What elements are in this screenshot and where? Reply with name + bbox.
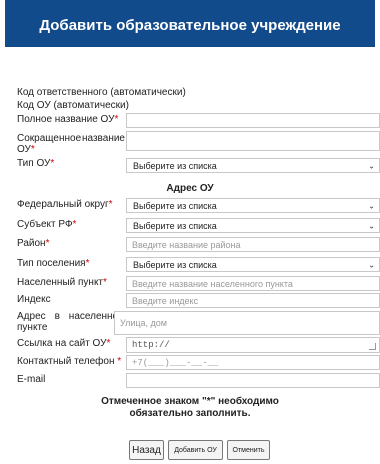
subject-label: Субъект РФ* [17, 219, 77, 230]
full-name-label: Полное название ОУ* [17, 114, 119, 125]
email-label: E-mail [17, 374, 46, 385]
site-link-label: Ссылка на сайт ОУ* [17, 338, 111, 349]
short-name-input[interactable] [126, 131, 380, 151]
chevron-down-icon: ⌄ [368, 221, 375, 230]
address-label: Адрес в населенном пункте [17, 311, 125, 333]
settlement-label: Населенный пункт* [17, 277, 107, 288]
federal-district-label: Федеральный округ* [17, 199, 113, 210]
site-link-input[interactable]: http:// [126, 337, 380, 353]
add-ou-button[interactable]: Добавить ОУ [168, 440, 223, 460]
email-input[interactable] [126, 373, 380, 388]
subject-select[interactable]: Выберите из списка ⌄ [126, 218, 380, 233]
district-input[interactable] [126, 237, 380, 252]
phone-label: Контактный телефон * [17, 356, 122, 367]
index-label: Индекс [17, 294, 51, 305]
header-bar: Добавить образовательное учреждение [5, 0, 375, 47]
chevron-down-icon: ⌄ [368, 201, 375, 210]
chevron-down-icon: ⌄ [368, 260, 375, 269]
page-title: Добавить образовательное учреждение [39, 17, 341, 34]
ou-type-label: Тип ОУ* [17, 158, 55, 169]
ou-code-label: Код ОУ (автоматически) [17, 100, 129, 111]
phone-input[interactable] [126, 355, 380, 370]
chevron-down-icon: ⌄ [368, 161, 375, 170]
district-label: Район* [17, 238, 50, 249]
required-mark: * [114, 114, 119, 125]
cancel-button[interactable]: Отменить [227, 440, 270, 460]
settlement-type-select[interactable]: Выберите из списка ⌄ [126, 257, 380, 272]
back-button[interactable]: Назад [129, 440, 164, 460]
federal-district-select[interactable]: Выберите из списка ⌄ [126, 198, 380, 213]
address-input[interactable] [114, 311, 380, 335]
settlement-input[interactable] [126, 276, 380, 291]
responsible-code-label: Код ответственного (автоматически) [17, 87, 186, 98]
index-input[interactable] [126, 293, 380, 308]
ou-type-select[interactable]: Выберите из списка ⌄ [126, 158, 380, 173]
resize-handle-icon[interactable] [369, 343, 376, 350]
address-section-title: Адрес ОУ [166, 183, 214, 194]
required-note: Отмеченное знаком "*" необходимо обязате… [101, 396, 279, 419]
full-name-input[interactable] [126, 113, 380, 128]
settlement-type-label: Тип поселения* [17, 258, 90, 269]
short-name-label: Сокращенное название ОУ* [17, 133, 125, 155]
